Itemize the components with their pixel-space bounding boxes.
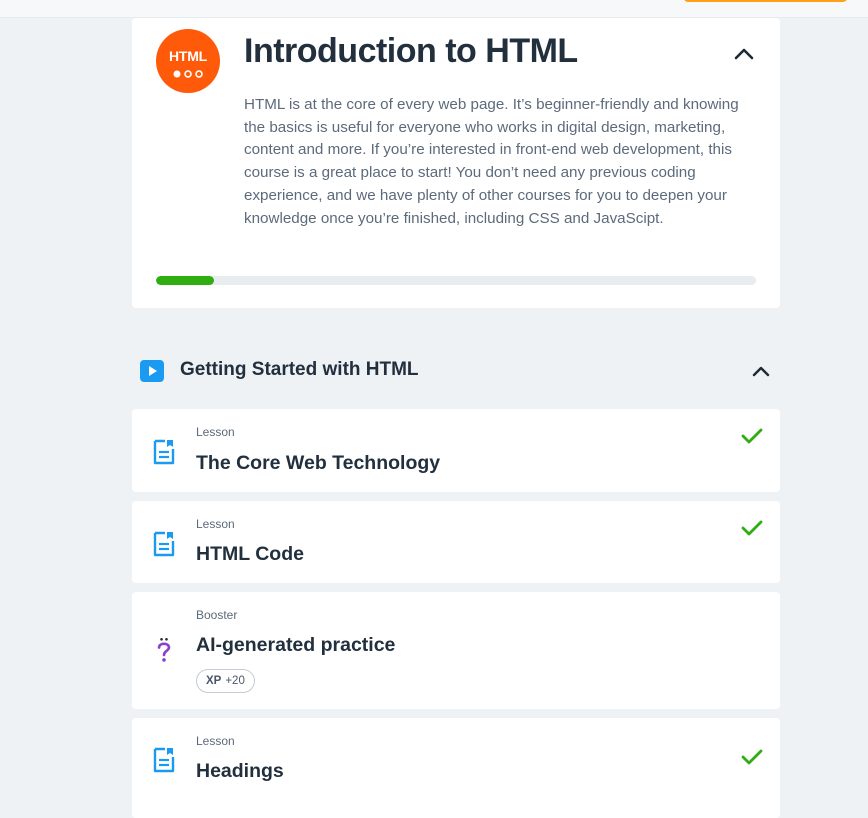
chevron-up-icon[interactable] [732,43,756,63]
item-type: Lesson [196,425,235,439]
lesson-document-icon [153,747,175,773]
item-title: Headings [196,760,284,782]
section-title: Getting Started with HTML [180,359,419,380]
xp-value: +20 [225,675,245,687]
list-item[interactable]: Booster AI-generated practice XP +20 [132,592,780,709]
list-item[interactable]: Lesson HTML Code [132,501,780,583]
section-header[interactable]: Getting Started with HTML [132,350,780,390]
question-mark-icon [157,637,171,662]
logo-text: HTML [168,48,208,64]
item-title: The Core Web Technology [196,452,441,474]
item-type: Lesson [196,517,235,531]
list-item[interactable]: Lesson The Core Web Technology [132,409,780,492]
lesson-document-icon [153,531,175,557]
course-progress-bar [156,276,756,285]
course-card: HTML Introduction to HTML HTML is at the… [132,18,780,308]
course-description: HTML is at the core of every web page. I… [244,96,739,227]
xp-badge: XP +20 [196,669,255,693]
item-title: HTML Code [196,543,304,565]
item-title: AI-generated practice [196,634,396,656]
checkmark-icon [741,749,763,765]
item-type: Booster [196,608,238,622]
logo-dots-icon [173,70,203,78]
item-type: Lesson [196,734,235,748]
play-icon [140,360,164,382]
top-bar [0,0,868,18]
checkmark-icon [741,428,763,444]
top-action-button[interactable] [684,0,847,2]
chevron-up-icon[interactable] [750,362,772,380]
list-item[interactable]: Lesson Headings [132,718,780,818]
xp-label: XP [206,675,222,687]
checkmark-icon [741,520,763,536]
lesson-document-icon [153,439,175,465]
course-progress-fill [156,276,215,285]
html-course-logo: HTML [156,29,220,93]
course-title: Introduction to HTML [244,32,578,70]
